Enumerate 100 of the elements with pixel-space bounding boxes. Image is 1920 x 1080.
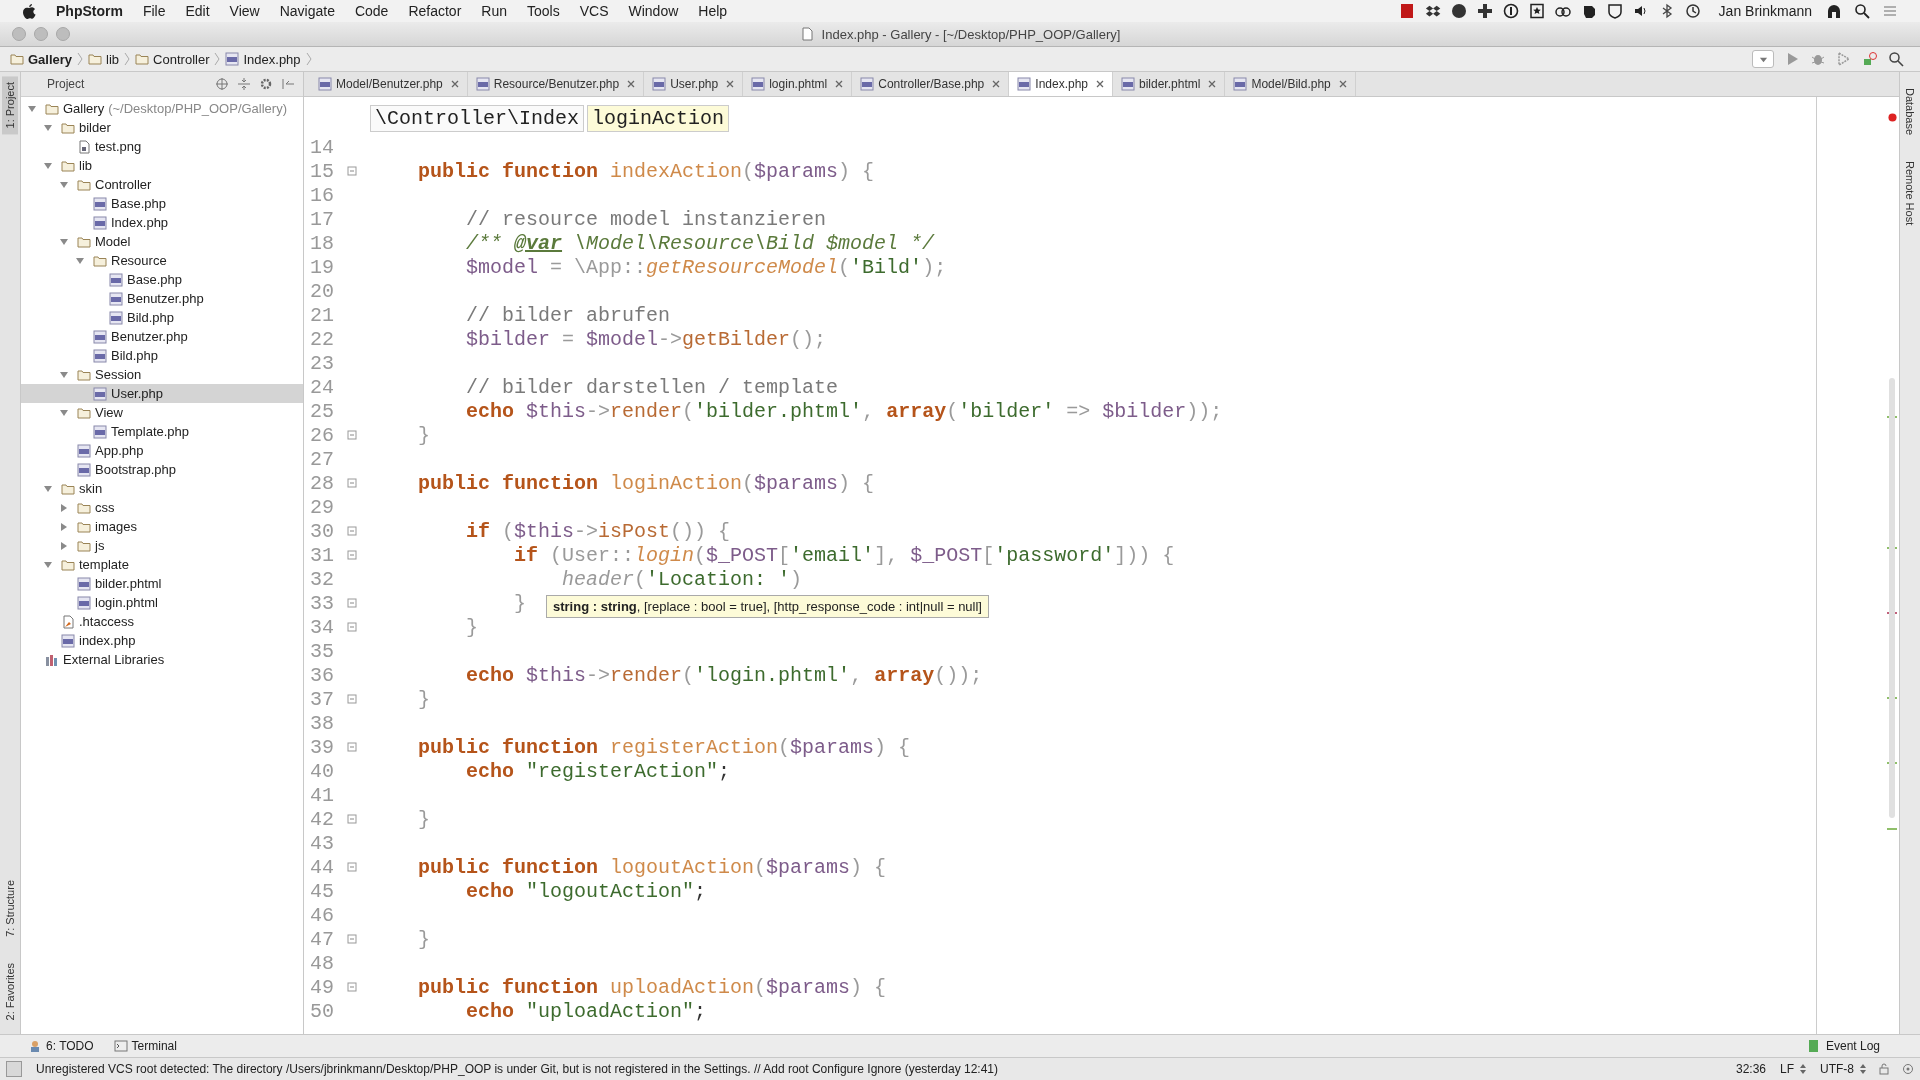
collapsed-arrow-icon[interactable] bbox=[59, 540, 69, 551]
fold-marker-icon[interactable] bbox=[347, 430, 357, 440]
fold-marker-icon[interactable] bbox=[347, 694, 357, 704]
lock-icon[interactable] bbox=[1878, 1063, 1890, 1075]
collapse-icon[interactable] bbox=[237, 77, 251, 91]
file-encoding[interactable]: UTF-8 bbox=[1820, 1062, 1854, 1076]
fold-marker-icon[interactable] bbox=[347, 742, 357, 752]
tree-item[interactable]: Benutzer.php bbox=[21, 289, 303, 308]
stop-listening-icon[interactable] bbox=[1862, 51, 1878, 67]
menu-item[interactable]: Help bbox=[698, 3, 728, 19]
tool-windows-toggle[interactable] bbox=[6, 1061, 22, 1077]
app-menu[interactable]: PhpStorm bbox=[56, 3, 123, 19]
expanded-arrow-icon[interactable] bbox=[27, 103, 37, 114]
user-name[interactable]: Jan Brinkmann bbox=[1718, 3, 1812, 19]
nav-crumb[interactable]: Controller bbox=[135, 51, 210, 67]
tool-window-tab[interactable]: Database bbox=[1902, 82, 1918, 142]
expanded-arrow-icon[interactable] bbox=[59, 407, 69, 418]
nav-crumb[interactable]: lib bbox=[88, 51, 120, 67]
tree-item[interactable]: test.png bbox=[21, 137, 303, 156]
editor-tab[interactable]: Model/Benutzer.php bbox=[310, 72, 468, 96]
zoom-window-button[interactable] bbox=[56, 27, 70, 41]
editor-tab[interactable]: Resource/Benutzer.php bbox=[467, 72, 645, 96]
tree-item[interactable]: Bild.php bbox=[21, 308, 303, 327]
tree-item[interactable]: Template.php bbox=[21, 422, 303, 441]
coverage-icon[interactable] bbox=[1836, 51, 1852, 67]
tree-item[interactable]: lib bbox=[21, 156, 303, 175]
tree-item[interactable]: images bbox=[21, 517, 303, 536]
editor-tab[interactable]: login.phtml bbox=[743, 72, 853, 96]
volume-icon[interactable] bbox=[1632, 3, 1649, 19]
expanded-arrow-icon[interactable] bbox=[75, 255, 85, 266]
tree-item[interactable]: Gallery (~/Desktop/PHP_OOP/Gallery) bbox=[21, 99, 303, 118]
tree-item[interactable]: template bbox=[21, 555, 303, 574]
tree-item[interactable]: Model bbox=[21, 232, 303, 251]
tree-item[interactable]: Base.php bbox=[21, 194, 303, 213]
fold-marker-icon[interactable] bbox=[347, 550, 357, 560]
menu-item[interactable]: Run bbox=[481, 3, 507, 19]
close-icon[interactable] bbox=[627, 80, 636, 88]
plus-icon[interactable] bbox=[1476, 3, 1493, 19]
close-icon[interactable] bbox=[726, 80, 735, 88]
tool-window-tab[interactable]: 7: Structure bbox=[2, 873, 18, 943]
star-box-icon[interactable] bbox=[1528, 3, 1545, 19]
event-log-tab[interactable]: Event Log bbox=[1807, 1039, 1880, 1053]
collapsed-arrow-icon[interactable] bbox=[59, 502, 69, 513]
fold-marker-icon[interactable] bbox=[347, 622, 357, 632]
editor-tab[interactable]: Index.php bbox=[1009, 72, 1113, 96]
tree-item[interactable]: Session bbox=[21, 365, 303, 384]
close-icon[interactable] bbox=[1096, 80, 1104, 88]
close-icon[interactable] bbox=[992, 80, 1001, 88]
fold-marker-icon[interactable] bbox=[347, 478, 357, 488]
fold-marker-icon[interactable] bbox=[347, 526, 357, 536]
tree-item[interactable]: Base.php bbox=[21, 270, 303, 289]
info-icon[interactable] bbox=[1502, 3, 1519, 19]
fold-marker-icon[interactable] bbox=[347, 862, 357, 872]
expanded-arrow-icon[interactable] bbox=[59, 179, 69, 190]
close-icon[interactable] bbox=[835, 80, 844, 88]
tree-item[interactable]: bilder bbox=[21, 118, 303, 137]
line-separator[interactable]: LF bbox=[1780, 1062, 1794, 1076]
fold-marker-icon[interactable] bbox=[347, 598, 357, 608]
tool-window-tab[interactable]: 1: Project bbox=[2, 76, 18, 135]
expanded-arrow-icon[interactable] bbox=[59, 369, 69, 380]
fold-marker-icon[interactable] bbox=[347, 814, 357, 824]
run-config-dropdown[interactable] bbox=[1752, 50, 1774, 68]
tree-item[interactable]: User.php bbox=[21, 384, 303, 403]
tree-item[interactable]: .htaccess bbox=[21, 612, 303, 631]
tree-item[interactable]: Controller bbox=[21, 175, 303, 194]
editor-tab[interactable]: Model/Bild.php bbox=[1225, 72, 1356, 96]
breadcrumb-item[interactable]: \Controller\Index bbox=[370, 105, 585, 132]
hide-panel-icon[interactable] bbox=[281, 77, 295, 91]
nav-crumb[interactable]: Index.php bbox=[225, 51, 301, 67]
tree-item[interactable]: App.php bbox=[21, 441, 303, 460]
user-silhouette-icon[interactable] bbox=[1826, 3, 1842, 19]
editor-tab[interactable]: bilder.phtml bbox=[1113, 72, 1226, 96]
tree-item[interactable]: Benutzer.php bbox=[21, 327, 303, 346]
film-icon[interactable] bbox=[1398, 3, 1415, 19]
tool-window-tab[interactable]: Terminal bbox=[113, 1039, 177, 1053]
apple-logo-icon[interactable] bbox=[22, 3, 36, 19]
tool-window-tab[interactable]: Remote Host bbox=[1902, 155, 1918, 232]
close-icon[interactable] bbox=[1338, 80, 1347, 88]
target-icon[interactable] bbox=[215, 77, 229, 91]
gear-icon[interactable] bbox=[259, 77, 273, 91]
search-icon[interactable] bbox=[1888, 51, 1904, 67]
tree-item[interactable]: Resource bbox=[21, 251, 303, 270]
search-icon[interactable] bbox=[1854, 3, 1870, 19]
clock-icon[interactable] bbox=[1684, 3, 1701, 19]
caret-position[interactable]: 32:36 bbox=[1735, 1062, 1766, 1076]
tree-item[interactable]: index.php bbox=[21, 631, 303, 650]
tree-item[interactable]: js bbox=[21, 536, 303, 555]
menu-item[interactable]: Edit bbox=[185, 3, 210, 19]
tool-window-tab[interactable]: 2: Favorites bbox=[2, 956, 18, 1026]
menu-item[interactable]: Window bbox=[628, 3, 679, 19]
fold-marker-icon[interactable] bbox=[347, 982, 357, 992]
tree-item[interactable]: Index.php bbox=[21, 213, 303, 232]
tree-item[interactable]: bilder.phtml bbox=[21, 574, 303, 593]
expanded-arrow-icon[interactable] bbox=[43, 483, 53, 494]
menu-item[interactable]: Navigate bbox=[279, 3, 335, 19]
fold-marker-icon[interactable] bbox=[347, 166, 357, 176]
menu-item[interactable]: Refactor bbox=[408, 3, 462, 19]
menu-item[interactable]: VCS bbox=[579, 3, 609, 19]
menu-item[interactable]: Code bbox=[354, 3, 389, 19]
breadcrumb-item[interactable]: loginAction bbox=[587, 105, 730, 132]
